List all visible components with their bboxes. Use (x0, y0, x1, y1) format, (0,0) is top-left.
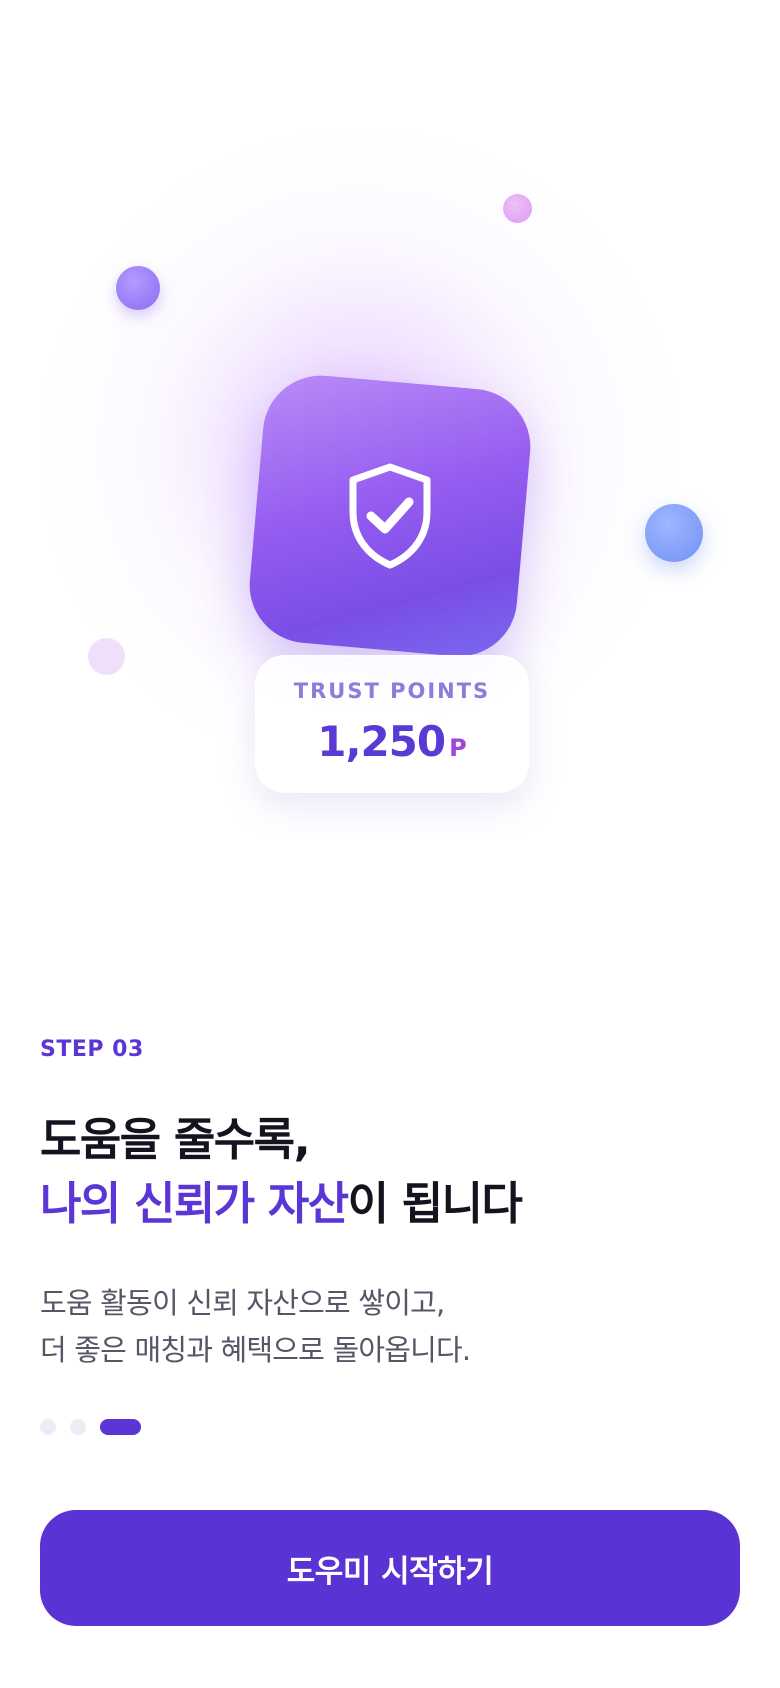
trust-points-value: 1,250 (317, 717, 446, 766)
page-dot-3-active[interactable] (100, 1419, 141, 1435)
headline-line-2: 나의 신뢰가 자산이 됩니다 (40, 1172, 523, 1236)
description: 도움 활동이 신뢰 자산으로 쌓이고, 더 좋은 매칭과 혜택으로 돌아옵니다. (40, 1280, 471, 1374)
trust-points-unit: P (449, 734, 467, 762)
description-line-1: 도움 활동이 신뢰 자산으로 쌓이고, (40, 1286, 445, 1320)
decor-bubble-pink (503, 194, 532, 223)
decor-bubble-blue (645, 504, 703, 562)
shield-check-icon (349, 463, 431, 569)
page-dot-2[interactable] (70, 1419, 86, 1435)
headline: 도움을 줄수록, 나의 신뢰가 자산이 됩니다 (40, 1108, 523, 1236)
start-helper-button[interactable]: 도우미 시작하기 (40, 1510, 740, 1626)
trust-points-card: TRUST POINTS 1,250 P (255, 655, 529, 793)
decor-bubble-faint (88, 638, 125, 675)
step-label: STEP 03 (40, 1037, 144, 1062)
hero-illustration: TRUST POINTS 1,250 P (0, 0, 780, 900)
trust-points-value-row: 1,250 P (257, 717, 527, 766)
decor-bubble-violet (116, 266, 160, 310)
headline-rest: 이 됩니다 (347, 1177, 523, 1230)
page-indicator (40, 1419, 141, 1435)
trust-points-label: TRUST POINTS (293, 679, 491, 703)
headline-line-1: 도움을 줄수록, (40, 1113, 311, 1166)
headline-accent: 나의 신뢰가 자산 (40, 1177, 349, 1230)
page-dot-1[interactable] (40, 1419, 56, 1435)
description-line-2: 더 좋은 매칭과 혜택으로 돌아옵니다. (40, 1333, 471, 1367)
